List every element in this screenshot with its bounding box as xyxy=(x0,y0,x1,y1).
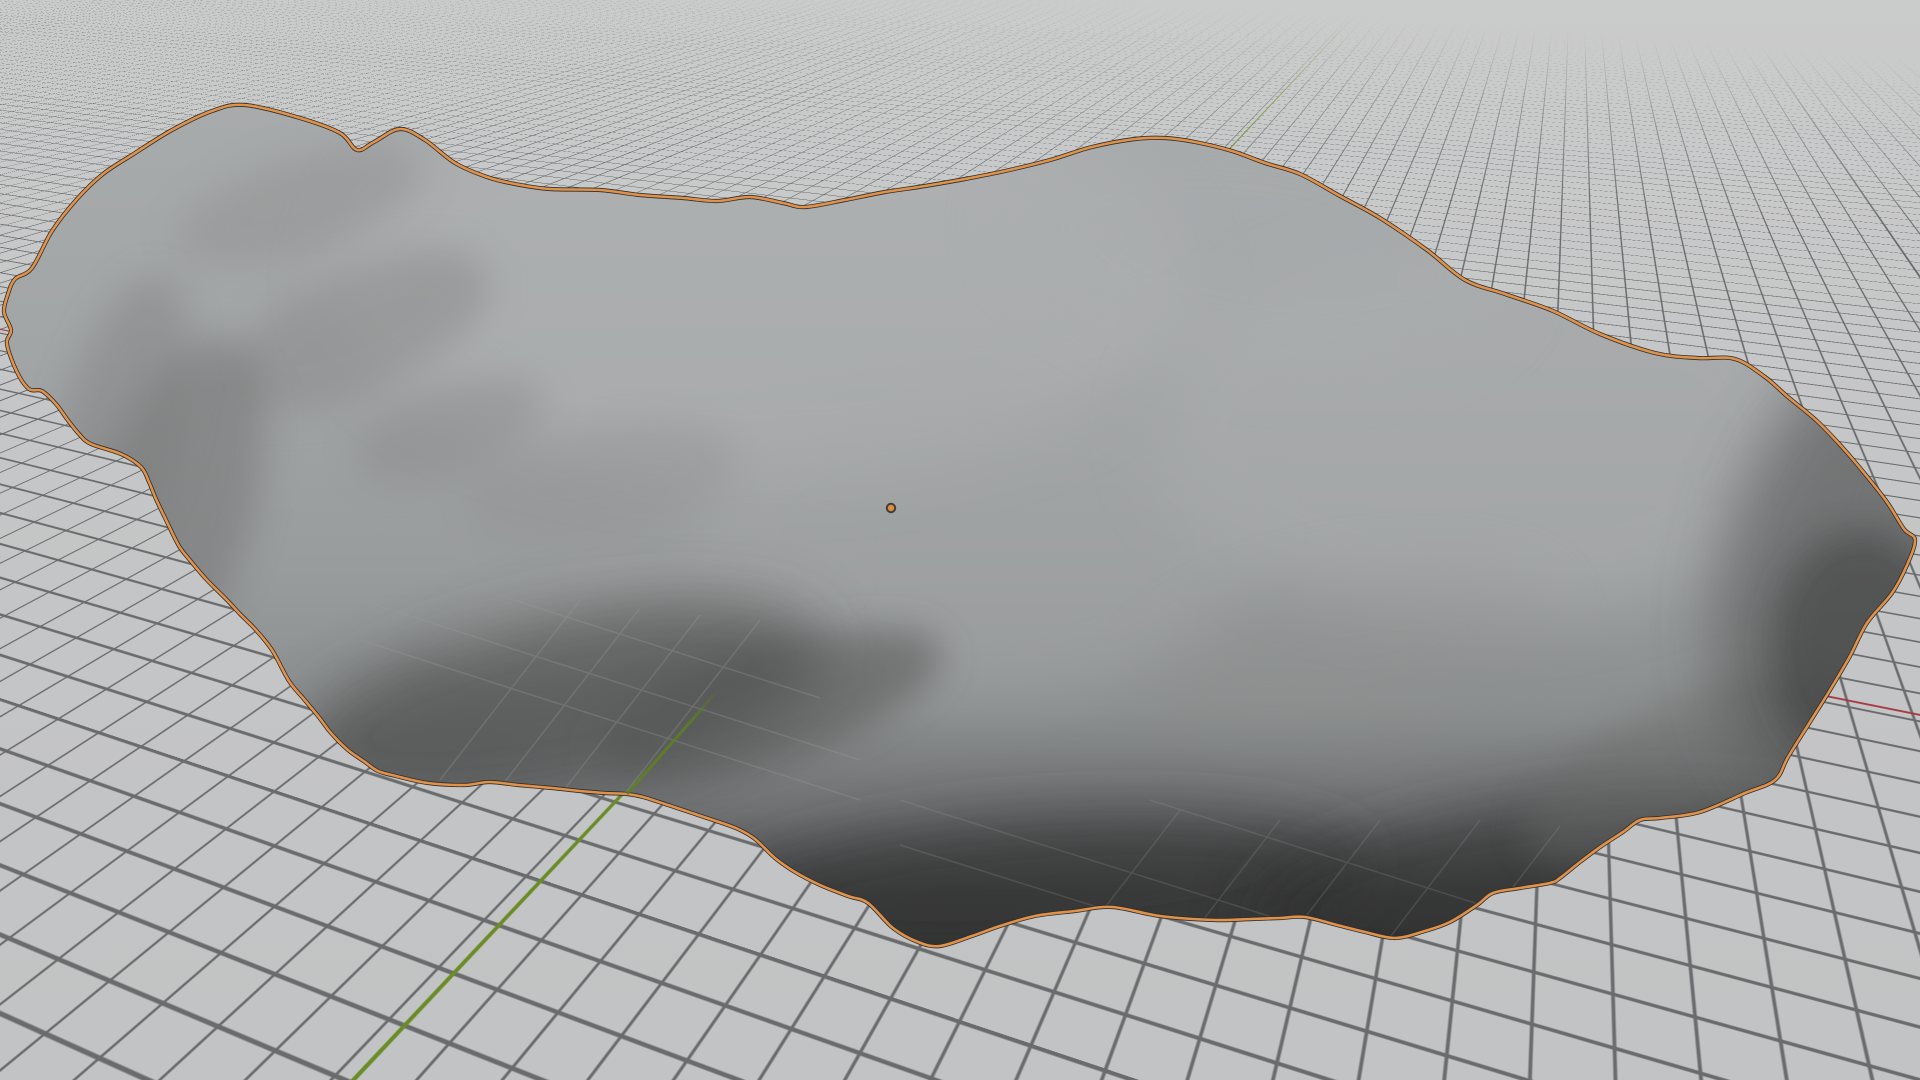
scene-overlay xyxy=(0,0,1920,1080)
object-origin-dot xyxy=(887,504,895,512)
3d-viewport[interactable] xyxy=(0,0,1920,1080)
